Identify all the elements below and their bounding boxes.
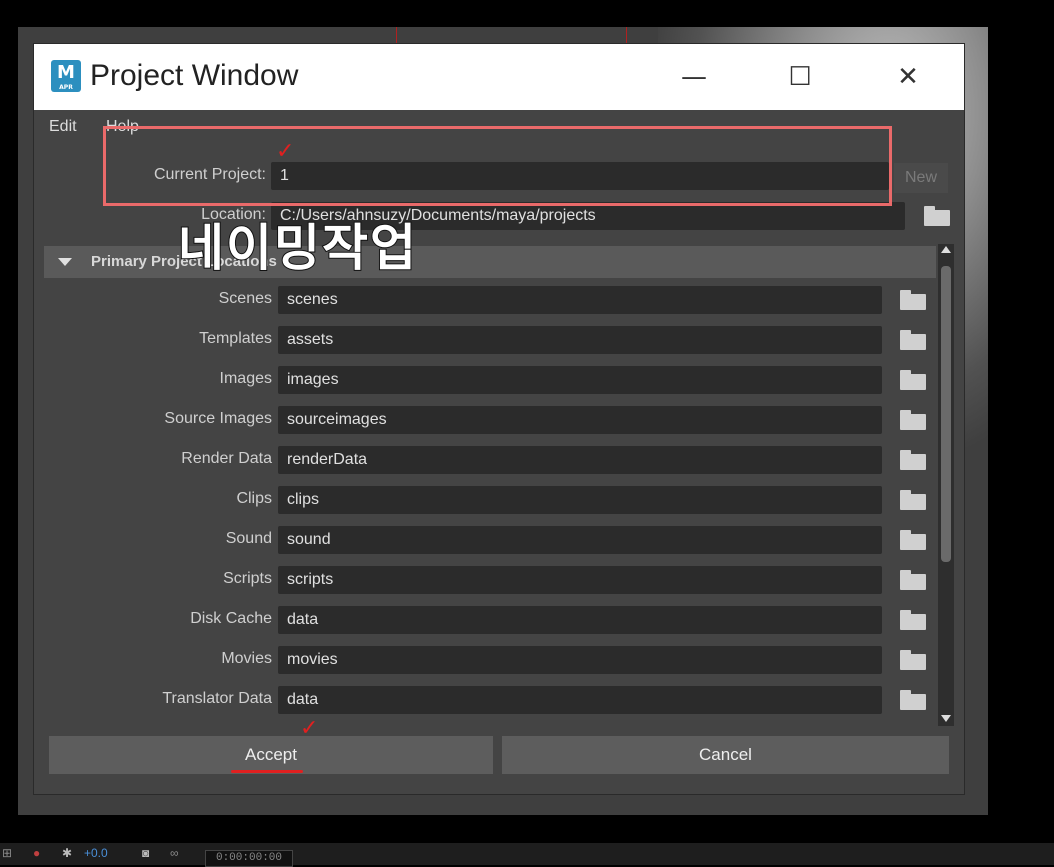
location-row-label: Source Images — [164, 410, 272, 427]
folder-icon[interactable] — [900, 570, 926, 590]
location-row-field[interactable]: sound — [278, 526, 882, 554]
location-row-field[interactable]: images — [278, 366, 882, 394]
annotation-checkmark-accept: ✓ — [300, 716, 319, 741]
location-row-label: Clips — [236, 490, 272, 507]
folder-icon[interactable] — [900, 450, 926, 470]
maximize-button[interactable]: ☐ — [780, 62, 820, 92]
location-row-label: Translator Data — [162, 690, 272, 707]
location-row-field[interactable]: clips — [278, 486, 882, 514]
menu-edit[interactable]: Edit — [49, 118, 77, 136]
scrollbar[interactable] — [938, 244, 954, 726]
app-icon-sub: APR — [59, 84, 73, 91]
folder-icon[interactable] — [900, 290, 926, 310]
location-folder-icon[interactable] — [924, 206, 950, 226]
location-row-field[interactable]: scripts — [278, 566, 882, 594]
grid-icon[interactable]: ⊞ — [2, 846, 12, 860]
folder-icon[interactable] — [900, 530, 926, 550]
maya-app-icon: M APR — [51, 60, 81, 92]
folder-icon[interactable] — [900, 330, 926, 350]
location-row-label: Render Data — [181, 450, 272, 467]
location-row-label: Movies — [221, 650, 272, 667]
window-title: Project Window — [90, 59, 299, 92]
minimize-button[interactable]: — — [674, 62, 714, 92]
timecode-field[interactable]: 0:00:00:00 — [205, 850, 293, 867]
app-icon-letter: M — [57, 62, 75, 83]
folder-icon[interactable] — [900, 610, 926, 630]
annotation-overlay-text: 네이밍작업 — [177, 218, 418, 278]
location-row-field[interactable]: sourceimages — [278, 406, 882, 434]
close-button[interactable]: ✕ — [888, 62, 928, 92]
maya-time-slider-bar: ⊞ ● ✱ +0.0 ◙ ∞ 0:00:00:00 — [0, 843, 1054, 867]
scrollbar-thumb[interactable] — [941, 266, 951, 562]
folder-icon[interactable] — [900, 370, 926, 390]
accept-button[interactable]: Accept — [49, 736, 493, 774]
location-row-label: Images — [219, 370, 272, 387]
folder-icon[interactable] — [900, 490, 926, 510]
location-row-field[interactable]: movies — [278, 646, 882, 674]
snapshot-camera-icon[interactable]: ◙ — [142, 846, 149, 860]
camera-shutter-icon[interactable]: ✱ — [62, 846, 72, 860]
location-row-label: Scripts — [223, 570, 272, 587]
annotation-highlight-box — [103, 126, 892, 206]
offset-value: +0.0 — [84, 846, 108, 860]
link-icon[interactable]: ∞ — [170, 846, 179, 860]
folder-icon[interactable] — [900, 690, 926, 710]
scroll-down-arrow-icon[interactable] — [941, 715, 951, 722]
scroll-up-arrow-icon[interactable] — [941, 246, 951, 253]
annotation-underline — [231, 770, 303, 773]
location-row-field[interactable]: assets — [278, 326, 882, 354]
location-row-label: Disk Cache — [190, 610, 272, 627]
title-bar[interactable]: M APR Project Window — ☐ ✕ — [34, 44, 964, 110]
collapse-triangle-icon[interactable] — [58, 258, 72, 266]
folder-icon[interactable] — [900, 410, 926, 430]
folder-icon[interactable] — [900, 650, 926, 670]
color-dots-icon[interactable]: ● — [33, 846, 40, 860]
location-row-field[interactable]: data — [278, 686, 882, 714]
annotation-checkmark-project: ✓ — [276, 139, 295, 164]
location-row-label: Templates — [199, 330, 272, 347]
location-row-label: Scenes — [218, 290, 272, 307]
cancel-button[interactable]: Cancel — [502, 736, 949, 774]
location-row-label: Sound — [225, 530, 272, 547]
location-row-field[interactable]: renderData — [278, 446, 882, 474]
location-row-field[interactable]: data — [278, 606, 882, 634]
new-project-button[interactable]: New — [894, 163, 948, 193]
location-row-field[interactable]: scenes — [278, 286, 882, 314]
